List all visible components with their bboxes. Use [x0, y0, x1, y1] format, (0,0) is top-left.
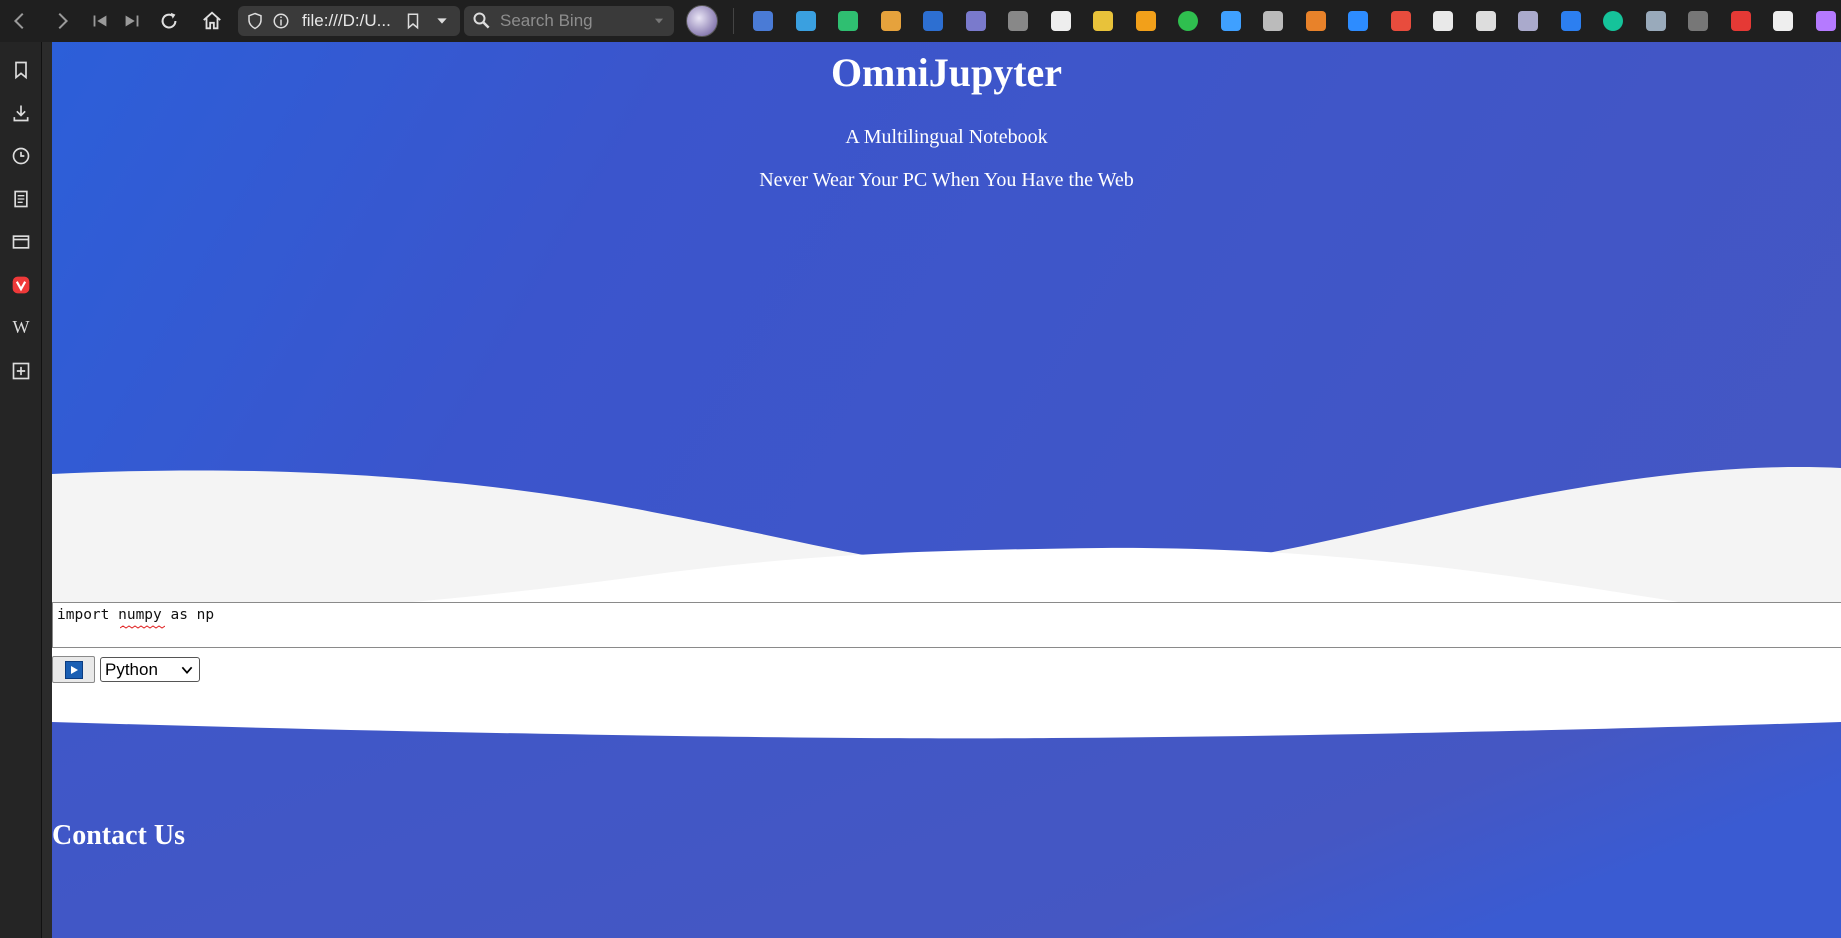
infinity-icon[interactable] — [1125, 0, 1168, 42]
skip-back-icon — [93, 15, 107, 27]
cube-icon[interactable] — [997, 0, 1040, 42]
notes-icon — [14, 190, 28, 207]
react-icon[interactable] — [1507, 0, 1550, 42]
wikipedia-icon: W — [12, 317, 30, 337]
code-cell[interactable]: import numpy as np — [52, 602, 1841, 648]
skip-forward-icon — [125, 15, 139, 27]
page-subtitle: A Multilingual Notebook — [845, 126, 1048, 148]
sidebar-item-bookmarks[interactable] — [0, 48, 42, 91]
chevron-down-icon[interactable] — [434, 12, 452, 30]
code-input[interactable]: import numpy as np — [57, 607, 1841, 643]
info-icon[interactable] — [272, 12, 290, 30]
hand-stop-icon[interactable] — [1720, 0, 1763, 42]
add-panel-icon — [12, 362, 30, 379]
google-translate-icon[interactable] — [742, 0, 785, 42]
back-button[interactable] — [3, 4, 37, 38]
diamond-icon[interactable] — [1210, 0, 1253, 42]
spellcheck-underline — [120, 625, 165, 629]
home-button[interactable] — [195, 4, 229, 38]
gem-icon[interactable] — [1805, 0, 1841, 42]
ghostery-icon[interactable] — [1167, 0, 1210, 42]
bookmark-icon[interactable] — [404, 12, 422, 30]
arrow-right-icon — [58, 12, 69, 30]
address-text[interactable]: file:///D:/U... — [302, 11, 398, 31]
forward-button[interactable] — [45, 4, 79, 38]
notion-icon[interactable] — [1040, 0, 1083, 42]
browser-sidebar: W — [0, 42, 42, 938]
home-icon — [203, 11, 221, 30]
grammarly-icon[interactable] — [1592, 0, 1635, 42]
contact-heading: Contact Us — [52, 820, 185, 851]
page-tagline: Never Wear Your PC When You Have the Web — [759, 169, 1134, 191]
arrow-left-icon — [13, 12, 24, 30]
search-dropdown-icon[interactable] — [652, 14, 666, 28]
save-page-icon[interactable] — [827, 0, 870, 42]
search-bar[interactable] — [464, 6, 674, 36]
browser-toolbar: file:///D:/U... — [0, 0, 1841, 42]
rewind-button[interactable] — [83, 4, 117, 38]
search-input[interactable] — [500, 11, 652, 31]
sidebar-item-wikipedia[interactable]: W — [0, 306, 42, 349]
shield-check-icon[interactable] — [1465, 0, 1508, 42]
window-panel-icon — [12, 234, 30, 249]
bookmark-icon — [15, 61, 27, 79]
list-icon[interactable] — [1762, 0, 1805, 42]
play-icon — [64, 660, 83, 679]
sidebar-item-downloads[interactable] — [0, 91, 42, 134]
fast-forward-button[interactable] — [115, 4, 149, 38]
sidebar-item-history[interactable] — [0, 134, 42, 177]
vpn-shield-icon[interactable] — [912, 0, 955, 42]
chevron-down-icon — [179, 662, 195, 678]
search-icon — [472, 11, 492, 31]
shield-icon[interactable] — [246, 12, 264, 30]
highlighter-icon[interactable] — [1082, 0, 1125, 42]
eyedropper-icon[interactable] — [1635, 0, 1678, 42]
profile-avatar[interactable] — [686, 5, 718, 37]
hero-section: OmniJupyter A Multilingual Notebook Neve… — [52, 42, 1841, 642]
extensions-bar — [742, 0, 1841, 42]
reload-button[interactable] — [152, 4, 186, 38]
sidebar-item-vivaldi[interactable] — [0, 263, 42, 306]
cloud-upload-icon[interactable] — [785, 0, 828, 42]
chart-icon[interactable] — [1380, 0, 1423, 42]
metamask-icon[interactable] — [1295, 0, 1338, 42]
language-selected: Python — [105, 659, 158, 679]
sidebar-item-add-panel[interactable] — [0, 349, 42, 392]
reload-icon — [161, 12, 177, 29]
zoom-icon[interactable] — [1337, 0, 1380, 42]
vivaldi-icon — [12, 276, 30, 293]
mail-icon[interactable] — [1422, 0, 1465, 42]
address-bar[interactable]: file:///D:/U... — [238, 6, 460, 36]
language-select[interactable]: Python — [100, 657, 200, 682]
sidebar-item-notes[interactable] — [0, 177, 42, 220]
toolbar-divider — [733, 8, 734, 34]
web-page: OmniJupyter A Multilingual Notebook Neve… — [52, 42, 1841, 938]
recycle-icon[interactable] — [1677, 0, 1720, 42]
page-title: OmniJupyter — [830, 50, 1063, 95]
run-button[interactable] — [52, 656, 95, 683]
dropbox-icon[interactable] — [1550, 0, 1593, 42]
download-icon — [13, 105, 29, 121]
sidebar-item-windows[interactable] — [0, 220, 42, 263]
clock-icon — [12, 147, 30, 164]
cursor-icon[interactable] — [955, 0, 998, 42]
footer-section — [52, 722, 1841, 938]
color-picker-icon[interactable] — [870, 0, 913, 42]
chat-icon[interactable] — [1252, 0, 1295, 42]
